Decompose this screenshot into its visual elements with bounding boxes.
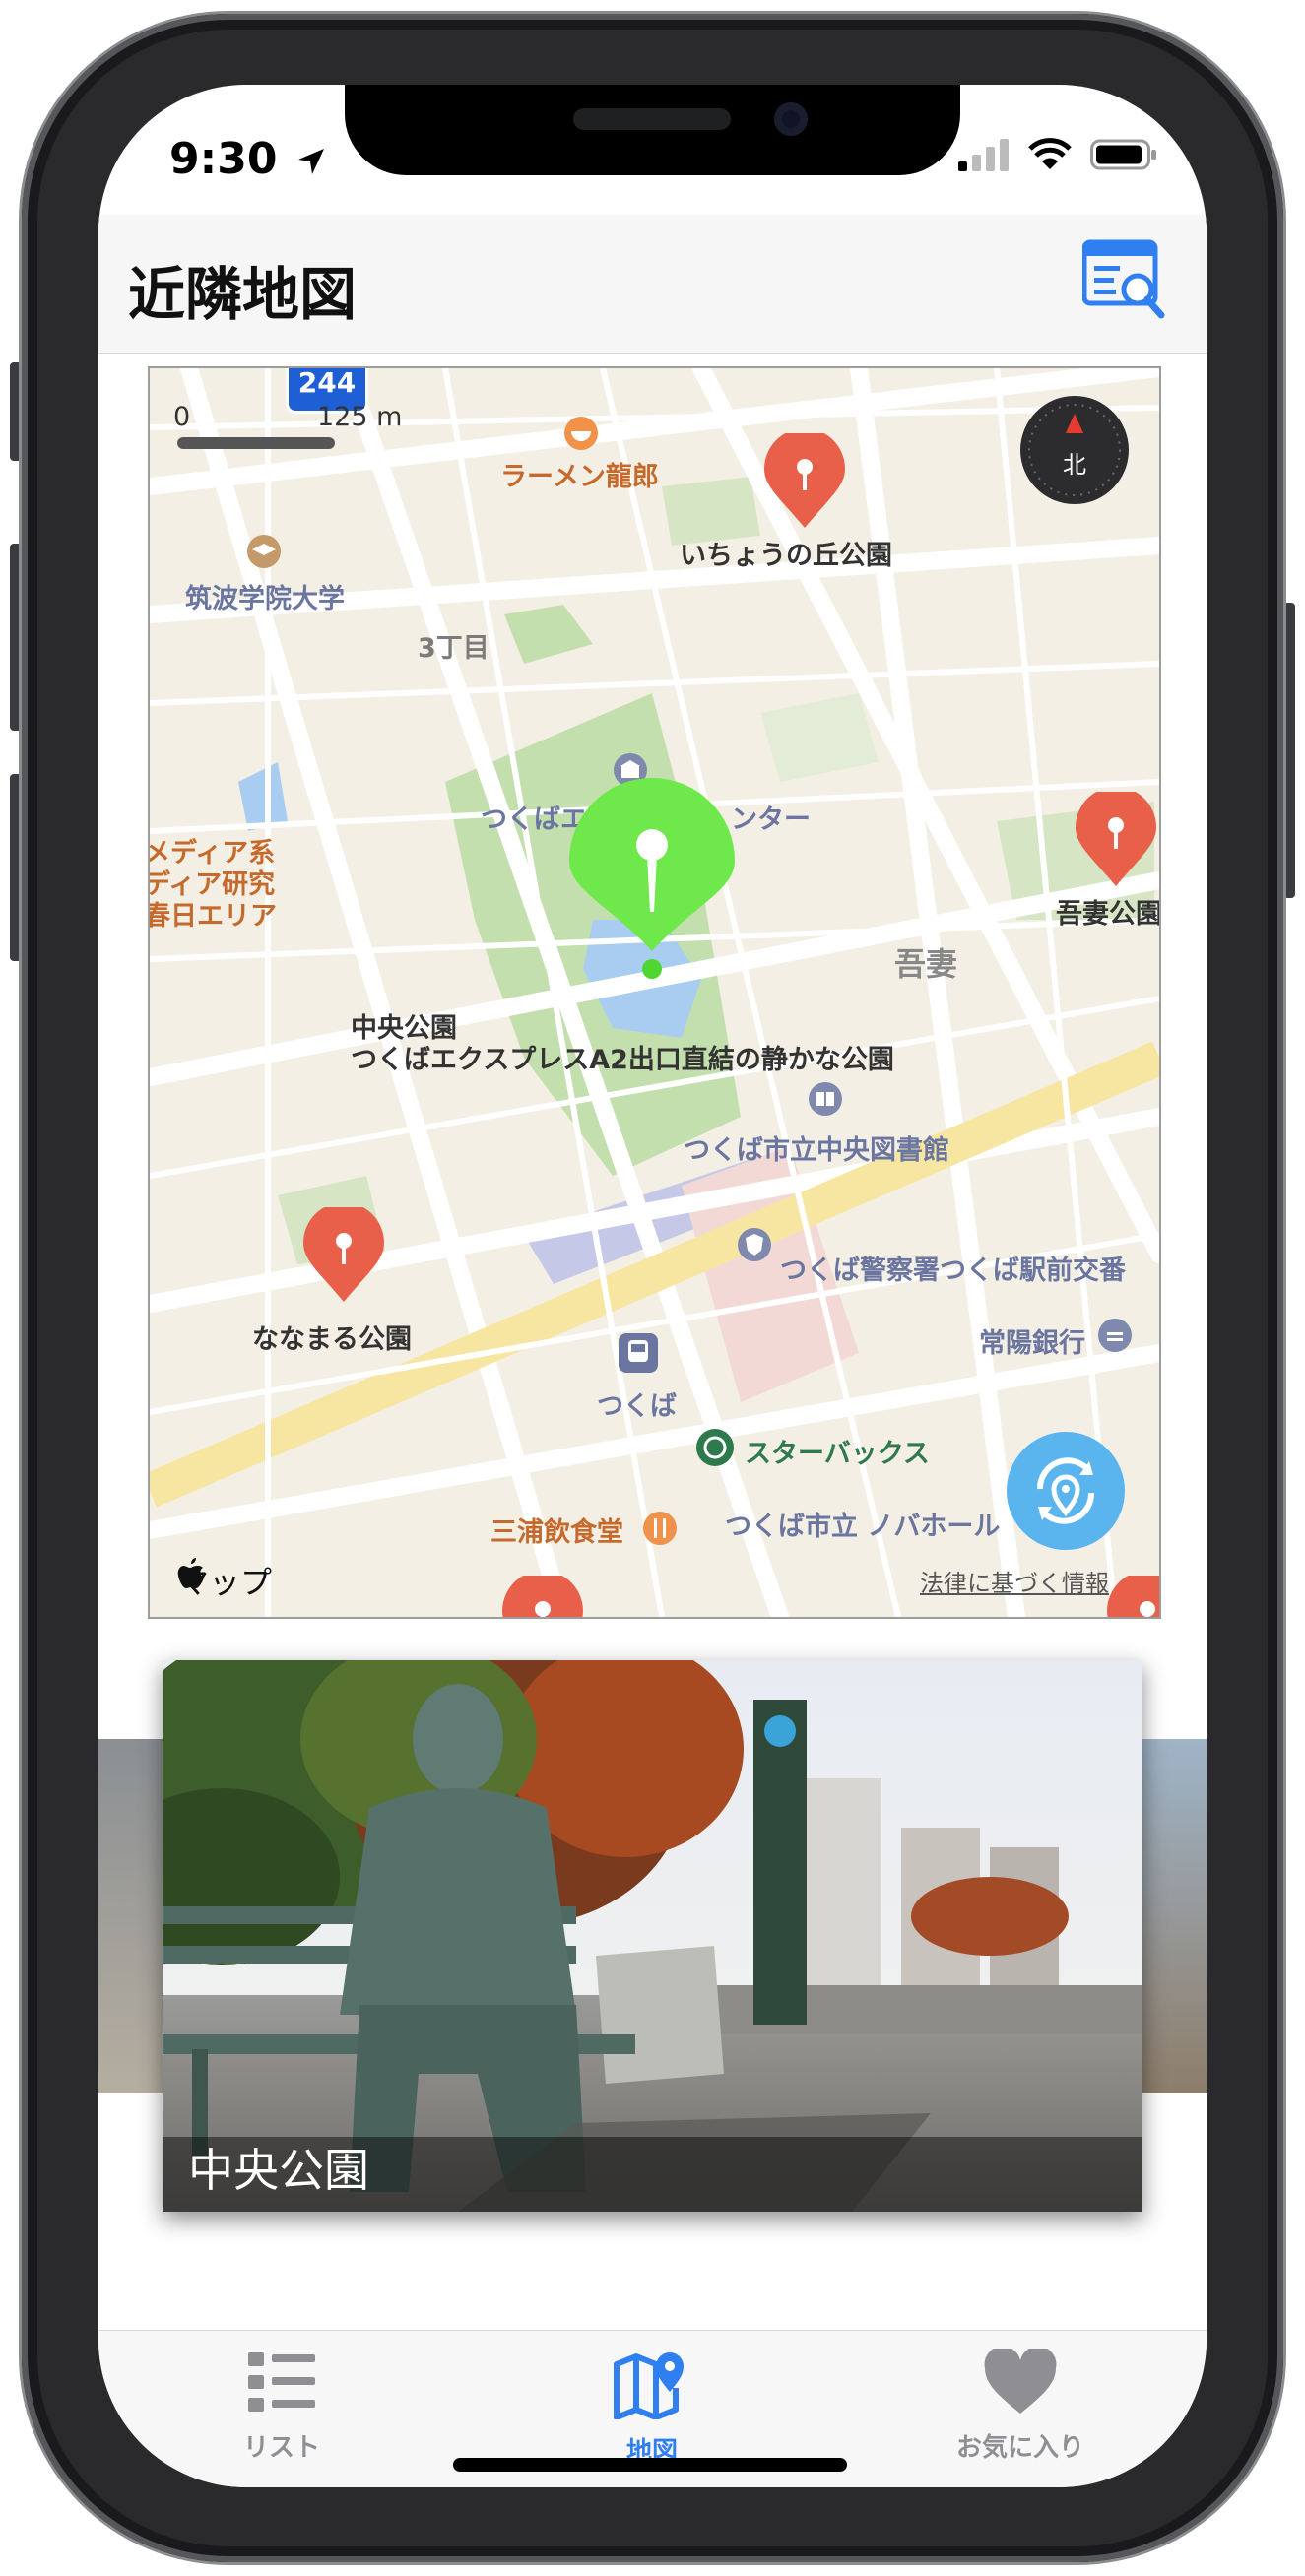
navigation-bar: 近隣地図	[98, 215, 1207, 354]
locate-button[interactable]	[1007, 1432, 1125, 1550]
selected-park-pin-icon[interactable]	[563, 776, 741, 983]
starbucks-label[interactable]: スターバックス	[745, 1432, 930, 1470]
volume-up-button	[10, 544, 22, 731]
tab-map[interactable]: 地図	[504, 2349, 800, 2468]
tab-list-label: リスト	[242, 2433, 320, 2463]
chuo-park-description: つくばエクスプレスA2出口直結の静かな公園	[351, 1045, 894, 1075]
search-list-button[interactable]	[1081, 238, 1165, 321]
scale-zero-label: 0	[173, 402, 191, 432]
nanamaru-park-pin-icon[interactable]	[299, 1207, 388, 1306]
list-icon	[248, 2352, 315, 2412]
status-indicators	[958, 138, 1159, 171]
joyo-bank-label[interactable]: 常陽銀行	[979, 1321, 1085, 1360]
map-view[interactable]: 244 0 125 m 北 ラーメン龍郎 筑波学院大学 3丁目 いちょうの丘公園…	[148, 366, 1161, 1619]
azuma-district-label: 吾妻	[894, 945, 958, 983]
wifi-icon	[1028, 138, 1072, 169]
cellular-signal-icon	[958, 139, 1009, 171]
card-title: 中央公園	[188, 2144, 369, 2197]
speaker-grille	[573, 108, 731, 130]
park-photo	[163, 1660, 1142, 2212]
tab-favorites-label: お気に入り	[955, 2433, 1084, 2463]
tsukuba-station-label[interactable]: つくば	[597, 1385, 677, 1423]
notch	[345, 85, 960, 175]
azuma-park-pin-icon[interactable]	[1072, 792, 1160, 890]
compass-button[interactable]: 北	[1020, 396, 1129, 504]
library-poi-icon	[809, 1082, 842, 1116]
apple-maps-brand: マップ	[177, 1558, 272, 1603]
ramen-poi-icon	[564, 417, 598, 450]
media-label-3: 春日エリア	[148, 901, 277, 932]
nanamaru-park-label[interactable]: ななまる公園	[252, 1318, 412, 1356]
nova-hall-label[interactable]: つくば市立 ノバホール	[725, 1505, 1000, 1543]
status-time-text: 9:30	[169, 134, 278, 184]
tab-list[interactable]: リスト	[134, 2349, 429, 2464]
volume-down-button	[10, 774, 22, 961]
apple-logo-icon	[177, 1558, 204, 1588]
icho-park-label[interactable]: いちょうの丘公園	[680, 534, 892, 572]
map-background	[150, 368, 1159, 1617]
compass-north-label: 北	[1063, 451, 1086, 479]
place-carousel[interactable]: 中央公園	[98, 1650, 1207, 2300]
location-refresh-icon	[1036, 1457, 1095, 1524]
location-arrow-icon	[297, 149, 324, 174]
power-button	[1283, 603, 1295, 898]
bottom-pin-icon[interactable]	[498, 1576, 587, 1619]
bank-poi-icon	[1098, 1319, 1132, 1352]
front-camera	[774, 102, 808, 136]
tab-favorites[interactable]: お気に入り	[873, 2346, 1168, 2464]
center-label-tail[interactable]: ンター	[731, 798, 811, 836]
list-search-icon	[1081, 239, 1165, 319]
library-label[interactable]: つくば市立中央図書館	[684, 1128, 949, 1167]
university-poi-icon	[247, 535, 281, 568]
police-label[interactable]: つくば警察署つくば駅前交番	[780, 1249, 1126, 1287]
train-station-icon	[619, 1333, 658, 1373]
page-title: 近隣地図	[128, 261, 358, 328]
starbucks-poi-icon	[696, 1429, 734, 1466]
mute-switch	[10, 362, 22, 461]
scale-distance-label: 125 m	[317, 402, 403, 432]
district-3chome-label: 3丁目	[418, 633, 489, 664]
current-place-card[interactable]: 中央公園	[163, 1660, 1142, 2212]
map-pin-icon	[614, 2352, 684, 2420]
ramen-label[interactable]: ラーメン龍郎	[500, 455, 659, 493]
bottom-right-pin-icon[interactable]	[1103, 1576, 1161, 1619]
restaurant-poi-icon	[643, 1512, 677, 1545]
azuma-park-label[interactable]: 吾妻公園	[1056, 892, 1159, 931]
status-time: 9:30	[169, 134, 326, 184]
home-indicator[interactable]	[453, 2458, 847, 2472]
heart-icon	[984, 2346, 1057, 2414]
university-label[interactable]: 筑波学院大学	[185, 577, 345, 615]
battery-icon	[1090, 139, 1156, 170]
phone-screen: 9:30 近隣地図 244 0 125 m 北 ラーメン龍郎 筑波学院大学 3丁…	[98, 85, 1207, 2487]
icho-park-pin-icon[interactable]	[760, 433, 849, 532]
scale-bar	[177, 437, 335, 449]
legal-link[interactable]: 法律に基づく情報	[920, 1564, 1109, 1598]
miura-label[interactable]: 三浦飲食堂	[490, 1511, 623, 1549]
police-poi-icon	[738, 1228, 771, 1261]
